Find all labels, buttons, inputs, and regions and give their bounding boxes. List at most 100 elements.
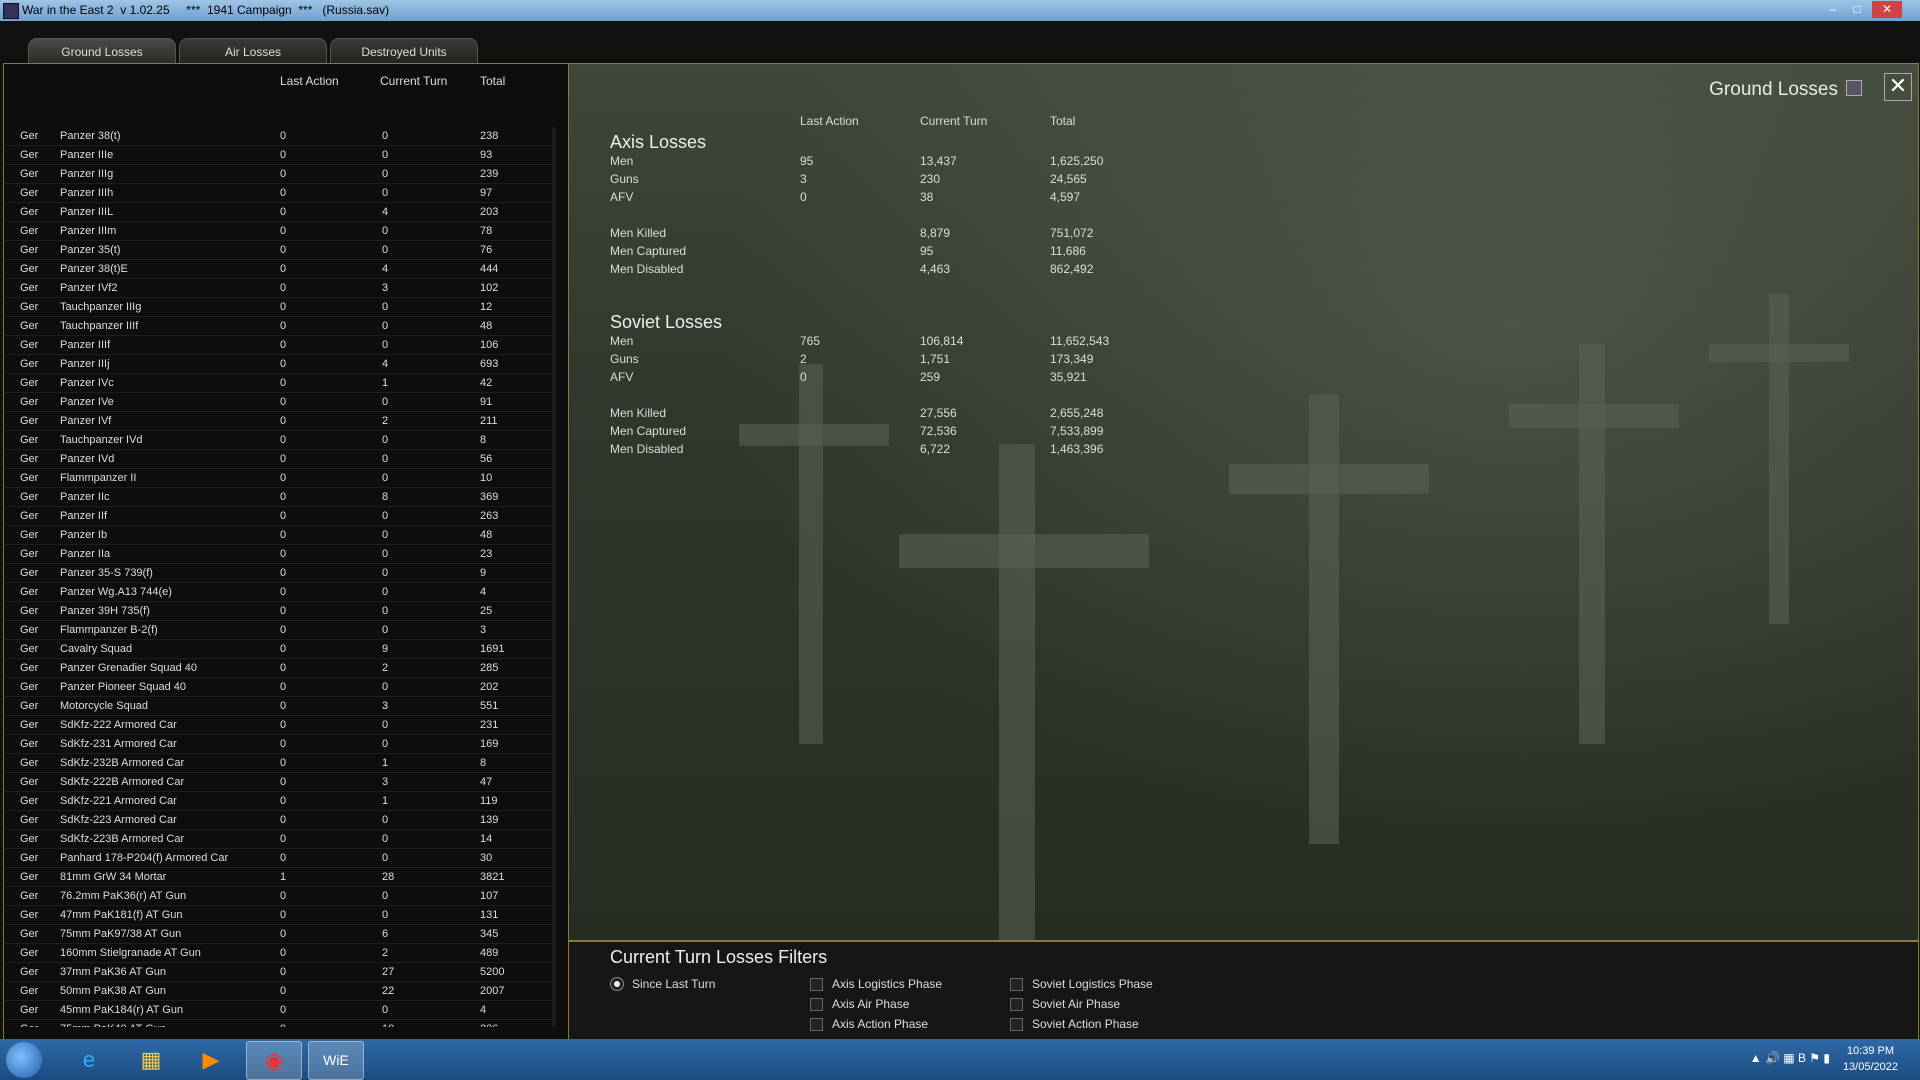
unit-row[interactable]: Ger 81mm GrW 34 Mortar 1 28 3821 — [4, 868, 552, 887]
list-scrollbar[interactable] — [552, 127, 556, 1027]
unit-row[interactable]: Ger Panzer IVf 0 2 211 — [4, 412, 552, 431]
file-explorer-icon[interactable]: ▦ — [124, 1041, 178, 1078]
close-panel-button[interactable]: ✕ — [1884, 73, 1912, 101]
unit-last-action: 0 — [280, 453, 287, 465]
unit-row[interactable]: Ger Tauchpanzer IVd 0 0 8 — [4, 431, 552, 450]
unit-last-action: 0 — [280, 529, 287, 541]
unit-current-turn: 6 — [382, 928, 389, 940]
unit-row[interactable]: Ger Panzer Ib 0 0 48 — [4, 526, 552, 545]
unit-row[interactable]: Ger Panhard 178-P204(f) Armored Car 0 0 30 — [4, 849, 552, 868]
tab-air-losses[interactable]: Air Losses — [179, 38, 327, 64]
chrome-icon[interactable]: ◉ — [246, 1041, 302, 1080]
checkbox[interactable] — [1010, 998, 1023, 1011]
unit-row[interactable]: Ger Flammpanzer II 0 0 10 — [4, 469, 552, 488]
unit-current-turn: 22 — [382, 985, 395, 997]
unit-row[interactable]: Ger Panzer IIf 0 0 263 — [4, 507, 552, 526]
soviet-loss-row: AFV 0 259 35,921 — [610, 370, 1210, 386]
tab-destroyed-units[interactable]: Destroyed Units — [330, 38, 478, 64]
unit-row[interactable]: Ger Flammpanzer B-2(f) 0 0 3 — [4, 621, 552, 640]
unit-row[interactable]: Ger Panzer 35-S 739(f) 0 0 9 — [4, 564, 552, 583]
minimize-button[interactable]: – — [1822, 1, 1844, 18]
unit-current-turn: 0 — [382, 890, 389, 902]
unit-loss-list[interactable]: Ger Panzer 38(t) 0 0 238 Ger Panzer IIIe 0 0 93 Ge… — [4, 127, 552, 1027]
unit-nationality: Ger — [20, 377, 39, 389]
unit-row[interactable]: Ger Panzer IVe 0 0 91 — [4, 393, 552, 412]
unit-row[interactable]: Ger Panzer IIa 0 0 23 — [4, 545, 552, 564]
col-total[interactable]: Total — [480, 74, 505, 88]
unit-row[interactable]: Ger 75mm PaK40 AT Gun 0 10 206 — [4, 1020, 552, 1027]
unit-row[interactable]: Ger Panzer IIIL 0 4 203 — [4, 203, 552, 222]
unit-row[interactable]: Ger Panzer IVd 0 0 56 — [4, 450, 552, 469]
unit-current-turn: 0 — [382, 605, 389, 617]
system-tray[interactable]: ▲ 🔊 ▦ B ⚑ ▮ — [1750, 1051, 1830, 1065]
maximize-button[interactable]: □ — [1846, 1, 1868, 18]
unit-row[interactable]: Ger Panzer IVc 0 1 42 — [4, 374, 552, 393]
unit-row[interactable]: Ger SdKfz-222B Armored Car 0 3 47 — [4, 773, 552, 792]
unit-row[interactable]: Ger SdKfz-223 Armored Car 0 0 139 — [4, 811, 552, 830]
stat-current-turn: 95 — [920, 244, 934, 258]
unit-row[interactable]: Ger 75mm PaK97/38 AT Gun 0 6 345 — [4, 925, 552, 944]
unit-row[interactable]: Ger Panzer IIIf 0 0 106 — [4, 336, 552, 355]
unit-nationality: Ger — [20, 168, 39, 180]
unit-row[interactable]: Ger Panzer 39H 735(f) 0 0 25 — [4, 602, 552, 621]
unit-row[interactable]: Ger Panzer IIIg 0 0 239 — [4, 165, 552, 184]
unit-row[interactable]: Ger Panzer IIIe 0 0 93 — [4, 146, 552, 165]
unit-row[interactable]: Ger Panzer 38(t)E 0 4 444 — [4, 260, 552, 279]
col-current-turn[interactable]: Current Turn — [380, 74, 447, 88]
unit-row[interactable]: Ger Panzer 38(t) 0 0 238 — [4, 127, 552, 146]
media-player-icon[interactable]: ▶ — [184, 1041, 238, 1078]
unit-row[interactable]: Ger SdKfz-232B Armored Car 0 1 8 — [4, 754, 552, 773]
unit-total: 106 — [480, 339, 499, 351]
unit-row[interactable]: Ger 47mm PaK181(f) AT Gun 0 0 131 — [4, 906, 552, 925]
unit-last-action: 0 — [280, 168, 287, 180]
unit-last-action: 0 — [280, 719, 287, 731]
internet-explorer-icon[interactable]: e — [62, 1041, 116, 1078]
unit-row[interactable]: Ger Panzer IIc 0 8 369 — [4, 488, 552, 507]
unit-row[interactable]: Ger SdKfz-223B Armored Car 0 0 14 — [4, 830, 552, 849]
checkbox[interactable] — [1010, 1018, 1023, 1031]
window-close-button[interactable]: ✕ — [1872, 1, 1902, 18]
unit-row[interactable]: Ger 37mm PaK36 AT Gun 0 27 5200 — [4, 963, 552, 982]
unit-row[interactable]: Ger SdKfz-231 Armored Car 0 0 169 — [4, 735, 552, 754]
unit-last-action: 0 — [280, 339, 287, 351]
options-icon[interactable] — [1846, 80, 1862, 96]
stat-label: AFV — [610, 190, 634, 204]
unit-row[interactable]: Ger Tauchpanzer IIIg 0 0 12 — [4, 298, 552, 317]
unit-row[interactable]: Ger Panzer 35(t) 0 0 76 — [4, 241, 552, 260]
unit-row[interactable]: Ger Cavalry Squad 0 9 1691 — [4, 640, 552, 659]
window-titlebar: War in the East 2 v 1.02.25 *** 1941 Cam… — [0, 0, 1920, 21]
unit-row[interactable]: Ger Panzer IIIh 0 0 97 — [4, 184, 552, 203]
unit-row[interactable]: Ger Motorcycle Squad 0 3 551 — [4, 697, 552, 716]
radio-selected[interactable] — [610, 977, 624, 991]
unit-row[interactable]: Ger 50mm PaK38 AT Gun 0 22 2007 — [4, 982, 552, 1001]
unit-row[interactable]: Ger Panzer IIIj 0 4 693 — [4, 355, 552, 374]
unit-last-action: 0 — [280, 225, 287, 237]
unit-row[interactable]: Ger Panzer IVf2 0 3 102 — [4, 279, 552, 298]
unit-row[interactable]: Ger 160mm Stielgranade AT Gun 0 2 489 — [4, 944, 552, 963]
unit-row[interactable]: Ger Panzer Wg.A13 744(e) 0 0 4 — [4, 583, 552, 602]
unit-current-turn: 0 — [382, 472, 389, 484]
unit-row[interactable]: Ger Panzer Pioneer Squad 40 0 0 202 — [4, 678, 552, 697]
start-button[interactable] — [6, 1042, 42, 1078]
tab-ground-losses[interactable]: Ground Losses — [28, 38, 176, 64]
unit-last-action: 0 — [280, 814, 287, 826]
col-last-action[interactable]: Last Action — [280, 74, 339, 88]
checkbox[interactable] — [1010, 978, 1023, 991]
checkbox[interactable] — [810, 1018, 823, 1031]
war-in-the-east-icon[interactable]: WiE — [308, 1041, 364, 1080]
unit-nationality: Ger — [20, 510, 39, 522]
unit-row[interactable]: Ger Panzer IIIm 0 0 78 — [4, 222, 552, 241]
checkbox[interactable] — [810, 998, 823, 1011]
clock[interactable]: 10:39 PM 13/05/2022 — [1843, 1043, 1898, 1075]
unit-row[interactable]: Ger SdKfz-221 Armored Car 0 1 119 — [4, 792, 552, 811]
unit-row[interactable]: Ger Panzer Grenadier Squad 40 0 2 285 — [4, 659, 552, 678]
unit-total: 97 — [480, 187, 493, 199]
unit-nationality: Ger — [20, 1004, 39, 1016]
unit-last-action: 0 — [280, 282, 287, 294]
checkbox[interactable] — [810, 978, 823, 991]
unit-row[interactable]: Ger 45mm PaK184(r) AT Gun 0 0 4 — [4, 1001, 552, 1020]
unit-row[interactable]: Ger Tauchpanzer IIIf 0 0 48 — [4, 317, 552, 336]
unit-row[interactable]: Ger 76.2mm PaK36(r) AT Gun 0 0 107 — [4, 887, 552, 906]
unit-last-action: 0 — [280, 1023, 286, 1027]
unit-row[interactable]: Ger SdKfz-222 Armored Car 0 0 231 — [4, 716, 552, 735]
